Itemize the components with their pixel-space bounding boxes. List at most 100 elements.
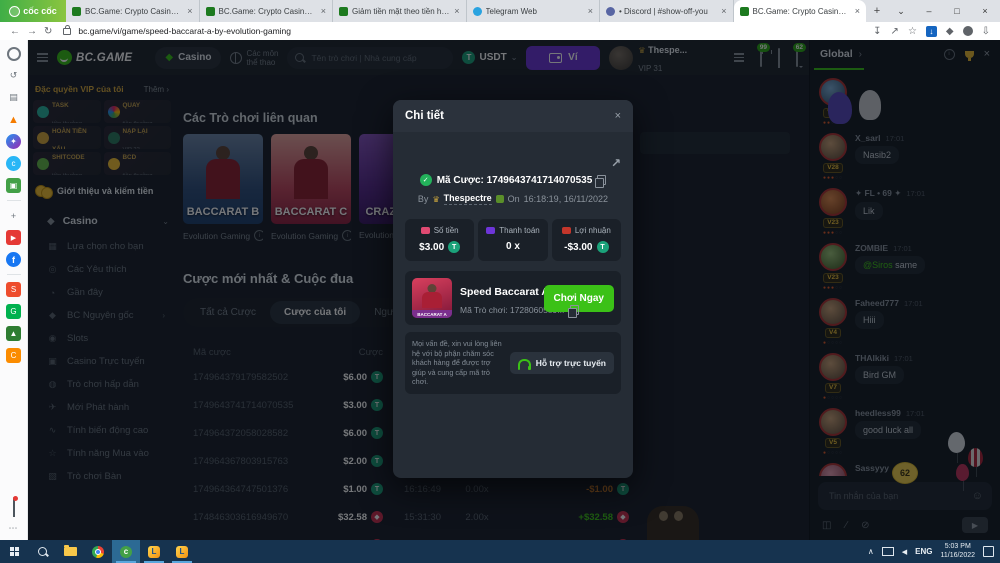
address-bar: ← → ↻ bc.game/vi/game/speed-baccarat-a-b… [0, 22, 1000, 41]
tab-close-icon[interactable]: × [187, 6, 192, 16]
stat-profit: Lợi nhuận -$3.00T [552, 219, 621, 261]
author-link[interactable]: Thespectre [444, 193, 492, 205]
browser-tabbar: cốc cốc BC.Game: Crypto Casino Gam × BC.… [0, 0, 1000, 22]
author-badge-icon [496, 195, 504, 203]
download-manager-icon[interactable]: ↓ [926, 26, 937, 37]
shopee-icon[interactable]: S [6, 282, 21, 297]
window-close-button[interactable]: × [972, 0, 998, 22]
more-options-icon[interactable]: ⋯ [9, 523, 19, 534]
reload-icon[interactable]: ↻ [44, 26, 52, 37]
bookmark-star-icon[interactable]: ☆ [908, 26, 917, 37]
tray-expand-icon[interactable]: ∧ [868, 547, 874, 556]
action-center-icon[interactable] [983, 546, 994, 557]
verified-check-icon: ✓ [420, 174, 432, 186]
tab-giam-tien[interactable]: Giảm tiền mặt theo tiền hóa × [333, 0, 467, 22]
game-thumbnail[interactable]: BACCARAT A [412, 278, 452, 318]
start-button[interactable] [0, 540, 28, 563]
tab-close-icon[interactable]: × [588, 6, 593, 16]
modal-game-panel: BACCARAT A Speed Baccarat A Mã Trò chơi:… [405, 271, 621, 325]
bcgame-favicon [72, 7, 81, 16]
modal-close-icon[interactable]: × [615, 110, 621, 122]
notification-dot [13, 496, 18, 501]
modal-support-panel: Mọi vấn đề, xin vui lòng liên hệ với bộ … [405, 332, 621, 394]
language-indicator[interactable]: ENG [915, 547, 932, 556]
tab-label: BC.Game: Crypto Casino Gam [753, 7, 851, 16]
downloads-icon[interactable]: ⇩ [982, 26, 990, 37]
settings-gear-icon[interactable] [6, 46, 21, 61]
taskbar-search-icon[interactable] [28, 540, 56, 563]
screen: cốc cốc BC.Game: Crypto Casino Gam × BC.… [0, 0, 1000, 563]
notifications-bell-icon[interactable] [13, 498, 15, 516]
education-icon[interactable]: ▲ [6, 326, 21, 341]
chrome-icon[interactable] [84, 540, 112, 563]
hot-trending-icon[interactable]: ▲ [6, 112, 21, 127]
messenger-icon[interactable]: ✦ [6, 134, 21, 149]
file-explorer-icon[interactable] [56, 540, 84, 563]
copy-bet-id-icon[interactable] [597, 175, 606, 185]
bet-id-row: ✓ Mã Cược: 1749643741714070535 [405, 174, 621, 186]
window-minimize-button[interactable]: – [916, 0, 942, 22]
profile-avatar-icon[interactable] [963, 26, 973, 36]
reading-list-icon[interactable]: ▤ [6, 90, 21, 105]
forward-icon[interactable]: → [27, 26, 37, 37]
facebook-icon[interactable]: f [6, 252, 21, 267]
bcgame-page: BC.GAME ◆ Casino Các mônthể thao T USDT … [27, 40, 1000, 540]
ldplayer-icon-1[interactable]: L [140, 540, 168, 563]
share-icon[interactable]: ↗ [891, 26, 899, 37]
tab-label: • Discord | #show-off-you [619, 7, 717, 16]
coccoc-leaf-icon [9, 6, 20, 17]
shopping-cart-icon[interactable]: C [6, 348, 21, 363]
save-page-icon[interactable]: ↧ [873, 26, 881, 37]
coccoc-taskbar-icon[interactable]: c [112, 540, 140, 563]
windows-taskbar: c L L ∧ ◀ ENG 5:03 PM11/16/2022 [0, 540, 1000, 563]
tab-bcgame-2[interactable]: BC.Game: Crypto Casino Gam × [200, 0, 334, 22]
stat-payout: Thanh toán 0 x [478, 219, 547, 261]
games-icon[interactable]: ▣ [6, 178, 21, 193]
discord-favicon [606, 7, 615, 16]
telegram-favicon [473, 7, 482, 16]
extension-icon[interactable]: ◆ [946, 26, 954, 37]
browser-sidebar: ↺ ▤ ▲ ✦ c ▣ + ▶ f S G ▲ C ⋯ [0, 40, 28, 540]
live-support-button[interactable]: Hỗ trợ trực tuyến [510, 352, 614, 374]
tab-close-icon[interactable]: × [321, 6, 326, 16]
ldplayer-icon-2[interactable]: L [168, 540, 196, 563]
tab-label: Telegram Web [486, 7, 584, 16]
zalo-icon[interactable]: c [6, 156, 21, 171]
headset-icon [518, 359, 531, 367]
clock[interactable]: 5:03 PM11/16/2022 [940, 543, 975, 560]
tab-close-icon[interactable]: × [855, 6, 860, 16]
stat-amount: Số tiền $3.00T [405, 219, 474, 261]
tab-close-icon[interactable]: × [721, 6, 726, 16]
bet-datetime: 16:18:19, 16/11/2022 [524, 194, 608, 204]
url-text[interactable]: bc.game/vi/game/speed-baccarat-a-by-evol… [78, 26, 291, 36]
share-bet-icon[interactable]: ↗ [611, 156, 621, 170]
usdt-coin-icon: T [597, 241, 609, 253]
crown-icon: ♛ [432, 195, 439, 204]
tab-bcgame-1[interactable]: BC.Game: Crypto Casino Gam × [66, 0, 200, 22]
lock-icon[interactable] [63, 28, 71, 35]
thumb-label: BACCARAT A [412, 310, 452, 318]
coccoc-logo[interactable]: cốc cốc [0, 0, 66, 22]
tab-telegram[interactable]: Telegram Web × [467, 0, 601, 22]
tab-search-icon[interactable]: ⌄ [888, 0, 914, 22]
tab-close-icon[interactable]: × [454, 6, 459, 16]
new-tab-button[interactable]: + [866, 0, 888, 22]
tab-discord[interactable]: • Discord | #show-off-you × [600, 0, 734, 22]
bcgame-favicon [740, 7, 749, 16]
bet-author-row: By ♛ Thespectre On 16:18:19, 16/11/2022 [405, 193, 621, 205]
add-shortcut-icon[interactable]: + [6, 208, 21, 223]
modal-game-title: Speed Baccarat A [460, 286, 549, 298]
system-tray: ∧ ◀ ENG 5:03 PM11/16/2022 [868, 543, 1000, 560]
copy-game-id-icon[interactable] [570, 305, 579, 315]
sidebar-divider [7, 274, 21, 275]
window-maximize-button[interactable]: □ [944, 0, 970, 22]
back-icon[interactable]: ← [10, 26, 20, 37]
network-icon[interactable] [882, 547, 894, 556]
tab-bcgame-active[interactable]: BC.Game: Crypto Casino Gam × [734, 0, 867, 22]
store-icon[interactable]: G [6, 304, 21, 319]
bcgame-favicon [206, 7, 215, 16]
youtube-icon[interactable]: ▶ [6, 230, 21, 245]
sidebar-divider [7, 200, 21, 201]
history-icon[interactable]: ↺ [6, 68, 21, 83]
volume-icon[interactable]: ◀ [902, 548, 907, 556]
